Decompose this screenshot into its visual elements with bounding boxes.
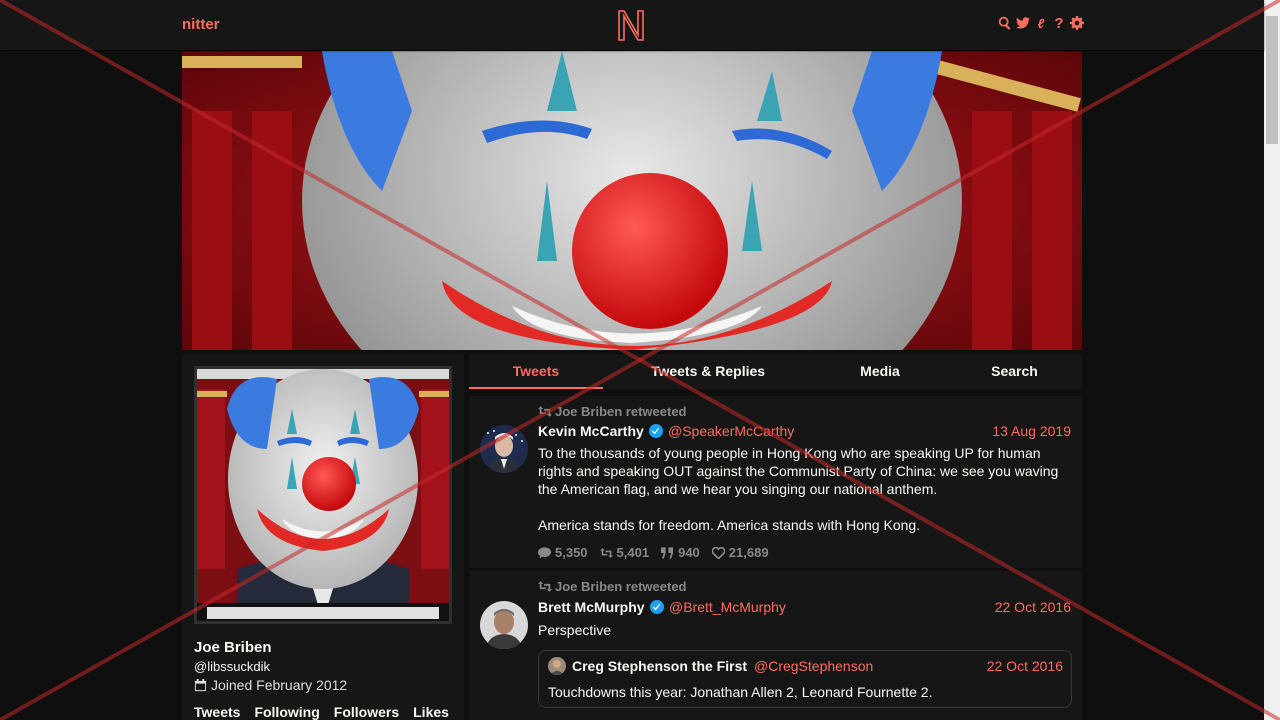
joined-date: Joined February 2012 [211,677,348,693]
tweet-avatar[interactable] [480,425,528,473]
quote-icon [661,546,674,559]
tweet-date[interactable]: 13 Aug 2019 [992,423,1071,439]
twitter-icon[interactable] [1016,15,1030,31]
calendar-icon [194,678,207,691]
tweet-avatar[interactable] [480,601,528,649]
verified-icon [649,600,664,614]
tab-tweets[interactable]: Tweets [469,354,603,389]
stat-followers[interactable]: Followers [334,704,399,720]
retweet-header: Joe Briben retweeted [538,579,687,594]
verified-icon [648,424,663,438]
stat-likes[interactable]: Likes [413,704,449,720]
help-icon[interactable]: ? [1052,15,1066,32]
tab-tweets-replies[interactable]: Tweets & Replies [603,354,813,389]
search-icon[interactable] [998,15,1012,31]
stat-following[interactable]: Following [254,704,319,720]
retweet-icon [538,581,552,592]
retweet-icon [538,406,552,417]
quote-avatar[interactable] [548,657,566,675]
quoted-tweet[interactable]: Creg Stephenson the First @CregStephenso… [538,650,1072,708]
scrollbar-thumb[interactable] [1266,16,1278,144]
tweet-content: Perspective [538,622,612,638]
quotes-stat: 940 [661,545,700,560]
quote-date[interactable]: 22 Oct 2016 [987,658,1063,674]
nitter-logo-icon[interactable] [616,7,646,43]
retweet-header: Joe Briben retweeted [538,404,687,419]
retweets-stat: 5,401 [599,545,649,560]
timeline-tabs: Tweets Tweets & Replies Media Search [469,354,1082,389]
tweet-fullname[interactable]: Brett McMurphy [538,599,664,615]
page-scrollbar[interactable] [1264,0,1280,720]
stat-tweets[interactable]: Tweets [194,704,240,720]
tweet-content: To the thousands of young people in Hong… [538,445,1059,533]
tweet-date[interactable]: 22 Oct 2016 [995,599,1071,615]
profile-avatar[interactable] [194,366,452,624]
profile-stats: Tweets Following Followers Likes [194,704,449,720]
profile-fullname[interactable]: Joe Briben [194,639,272,656]
quote-fullname[interactable]: Creg Stephenson the First [572,658,747,674]
profile-joined: Joined February 2012 [194,677,347,693]
quote-text: Touchdowns this year: Jonathan Allen 2, … [548,684,933,700]
profile-banner[interactable] [182,51,1082,350]
clown-banner-image [182,51,1082,350]
timeline-item[interactable]: Joe Briben retweeted Kevin McCarthy @Spe… [469,396,1082,568]
top-navbar: nitter ℓ ? [0,0,1264,50]
replies-stat: 5,350 [538,545,588,560]
tweet-username[interactable]: @Brett_McMurphy [669,599,786,615]
tweet-username[interactable]: @SpeakerMcCarthy [668,423,794,439]
settings-icon[interactable] [1070,15,1084,31]
quote-username[interactable]: @CregStephenson [754,658,873,674]
nav-icons: ℓ ? [998,15,1084,32]
heart-icon [711,546,725,559]
timeline-item[interactable]: Joe Briben retweeted Brett McMurphy @Bre… [469,571,1082,720]
rss-icon[interactable]: ℓ [1034,15,1048,31]
tab-media[interactable]: Media [813,354,947,389]
profile-username[interactable]: @libssuckdik [194,659,270,674]
retweet-icon [599,547,613,558]
tweet-fullname[interactable]: Kevin McCarthy [538,423,663,439]
profile-card: Joe Briben @libssuckdik Joined February … [182,354,464,720]
tab-search[interactable]: Search [947,354,1082,389]
comment-icon [538,546,551,559]
tweet-stats: 5,350 5,401 940 21,689 [538,545,769,560]
nitter-home-link[interactable]: nitter [182,16,220,33]
likes-stat: 21,689 [711,545,769,560]
